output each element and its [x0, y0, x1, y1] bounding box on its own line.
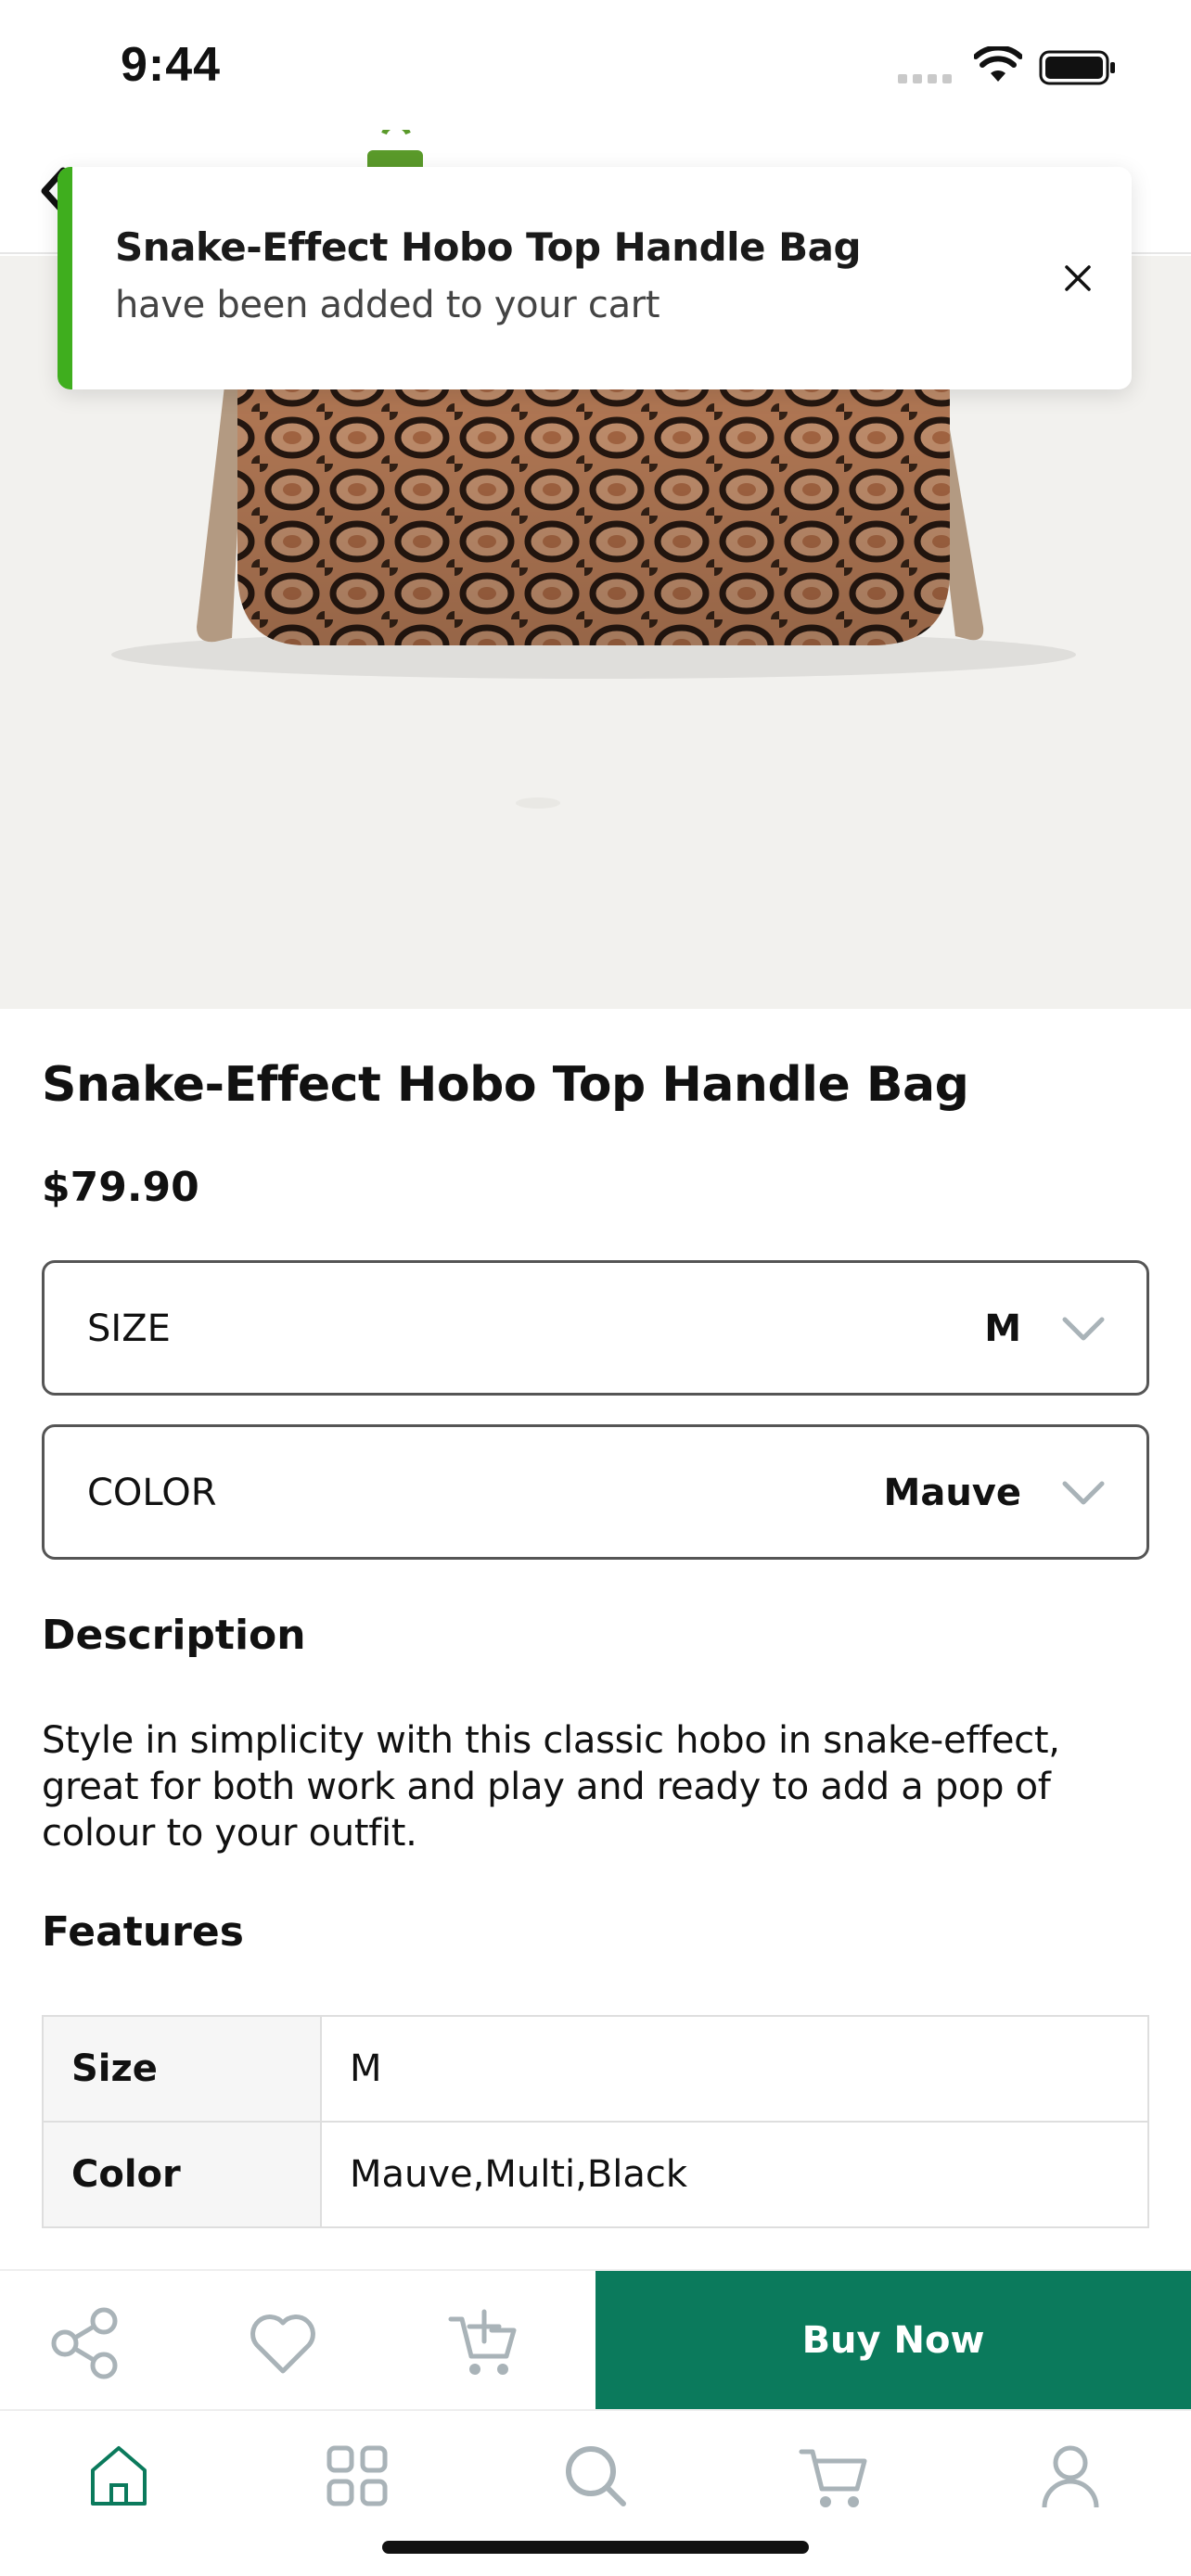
wifi-icon: [974, 46, 1022, 82]
grid-icon[interactable]: [320, 2439, 394, 2513]
size-value: M: [984, 1307, 1021, 1350]
size-selector[interactable]: SIZE M: [42, 1260, 1149, 1396]
features-heading: Features: [42, 1908, 244, 1956]
color-value: Mauve: [883, 1472, 1021, 1514]
table-row: Size M: [42, 2015, 1149, 2123]
color-selector[interactable]: COLOR Mauve: [42, 1424, 1149, 1560]
search-icon[interactable]: [558, 2439, 633, 2513]
features-table: Size M Color Mauve,Multi,Black: [42, 2015, 1149, 2228]
product-description: Style in simplicity with this classic ho…: [42, 1719, 1060, 1855]
product-action-bar: Buy Now: [0, 2269, 1191, 2410]
chevron-down-icon: [1062, 1481, 1105, 1505]
size-label: SIZE: [87, 1307, 171, 1350]
feature-key: Size: [42, 2015, 322, 2123]
heart-icon[interactable]: [246, 2306, 320, 2380]
signal-icon: [898, 74, 955, 85]
add-to-cart-icon[interactable]: [447, 2306, 521, 2380]
cart-icon[interactable]: [798, 2439, 872, 2513]
status-bar: 9:44: [0, 0, 1191, 130]
home-indicator: [382, 2541, 809, 2554]
close-icon[interactable]: [1059, 260, 1096, 297]
home-icon[interactable]: [82, 2439, 156, 2513]
toast-title: Snake-Effect Hobo Top Handle Bag: [115, 224, 862, 270]
color-label: COLOR: [87, 1472, 217, 1514]
feature-value: M: [320, 2015, 1149, 2123]
feature-value: Mauve,Multi,Black: [320, 2121, 1149, 2228]
share-icon[interactable]: [48, 2306, 122, 2380]
toast-accent-bar: [58, 167, 72, 389]
product-title: Snake-Effect Hobo Top Handle Bag: [42, 1057, 969, 1113]
chevron-down-icon: [1062, 1317, 1105, 1341]
feature-key: Color: [42, 2121, 322, 2228]
battery-icon: [1039, 50, 1115, 85]
buy-now-button[interactable]: Buy Now: [596, 2271, 1191, 2410]
profile-icon[interactable]: [1033, 2439, 1108, 2513]
table-row: Color Mauve,Multi,Black: [42, 2121, 1149, 2228]
status-time: 9:44: [121, 38, 222, 92]
description-heading: Description: [42, 1612, 306, 1659]
toast-message: have been added to your cart: [115, 284, 660, 326]
product-price: $79.90: [42, 1164, 199, 1211]
added-to-cart-toast: Snake-Effect Hobo Top Handle Bag have be…: [58, 167, 1132, 389]
